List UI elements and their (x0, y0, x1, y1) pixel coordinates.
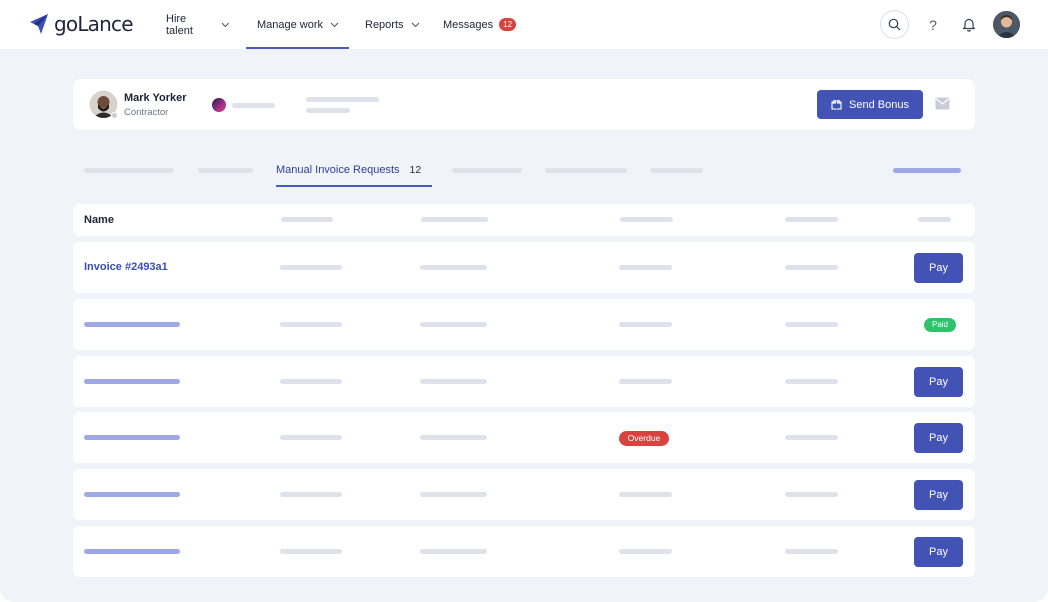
tab-placeholder[interactable] (452, 168, 522, 173)
cell-placeholder (619, 379, 672, 384)
placeholder-bar (306, 108, 350, 113)
name-placeholder (84, 322, 180, 327)
name-placeholder (84, 492, 180, 497)
nav-manage-work-label: Manage work (257, 18, 324, 31)
cell-placeholder (619, 265, 672, 270)
messages-count-badge: 12 (499, 18, 517, 31)
cell-placeholder (280, 549, 342, 554)
contractor-role: Contractor (124, 107, 169, 118)
name-placeholder (84, 435, 180, 440)
cell-placeholder (420, 265, 487, 270)
tab-count: 12 (409, 164, 422, 176)
column-header-name: Name (84, 214, 114, 226)
nav-reports[interactable]: Reports (359, 0, 427, 49)
tab-placeholder[interactable] (198, 168, 253, 173)
search-icon (888, 18, 901, 31)
cell-placeholder (280, 435, 342, 440)
cell-placeholder (420, 379, 487, 384)
table-header-row: Name (73, 204, 975, 236)
paid-status-badge: Paid (924, 318, 956, 332)
placeholder-bar (232, 103, 275, 108)
cell-placeholder (420, 322, 487, 327)
column-header-placeholder (421, 217, 488, 222)
send-bonus-label: Send Bonus (849, 98, 909, 111)
cell-placeholder (785, 492, 838, 497)
invoice-link[interactable]: Invoice #2493a1 (84, 261, 168, 273)
cell-placeholder (420, 549, 487, 554)
top-right-actions: ? (880, 10, 1020, 39)
table-row[interactable]: Pay (73, 526, 975, 577)
gift-icon (831, 99, 842, 110)
table-row[interactable]: Pay (73, 356, 975, 407)
name-placeholder (84, 379, 180, 384)
main-nav: Hire talent Manage work Reports Messages… (160, 0, 527, 49)
overdue-status-badge: Overdue (619, 431, 669, 446)
tab-placeholder[interactable] (650, 168, 703, 173)
bell-icon (962, 18, 976, 32)
cell-placeholder (420, 435, 487, 440)
tab-manual-invoice-requests[interactable]: Manual Invoice Requests 12 (276, 160, 432, 187)
pay-button[interactable]: Pay (914, 423, 963, 453)
table-row[interactable]: Pay (73, 469, 975, 520)
nav-hire-talent-label: Hire talent (166, 12, 193, 37)
tab-action-placeholder[interactable] (893, 168, 961, 173)
pay-button[interactable]: Pay (914, 537, 963, 567)
tab-placeholder[interactable] (84, 168, 174, 173)
column-header-placeholder (918, 217, 951, 222)
top-navigation-bar: goLance Hire talent Manage work Reports … (0, 0, 1048, 49)
column-header-placeholder (785, 217, 838, 222)
placeholder-bar (306, 97, 379, 102)
cell-placeholder (619, 492, 672, 497)
nav-reports-label: Reports (365, 18, 404, 31)
table-row[interactable]: Overdue Pay (73, 412, 975, 463)
contractor-profile-card: Mark Yorker Contractor Send Bonus (73, 79, 975, 130)
cell-placeholder (785, 265, 838, 270)
nav-hire-talent[interactable]: Hire talent (160, 0, 236, 49)
cell-placeholder (785, 322, 838, 327)
golance-logo[interactable]: goLance (28, 12, 134, 36)
app-frame: goLance Hire talent Manage work Reports … (0, 0, 1048, 602)
golance-logo-icon (30, 14, 48, 34)
tab-placeholder[interactable] (545, 168, 627, 173)
chevron-down-icon (221, 22, 230, 27)
cell-placeholder (619, 322, 672, 327)
help-button[interactable]: ? (925, 17, 941, 33)
contractor-name: Mark Yorker (124, 92, 187, 104)
tab-label: Manual Invoice Requests (276, 164, 400, 176)
table-row[interactable]: Paid (73, 299, 975, 350)
nav-messages-label: Messages (443, 18, 494, 31)
cell-placeholder (280, 379, 342, 384)
user-avatar-image (993, 11, 1020, 38)
offline-status-dot (111, 112, 118, 119)
nav-messages[interactable]: Messages 12 (437, 0, 517, 49)
cell-placeholder (785, 549, 838, 554)
table-row[interactable]: Invoice #2493a1 Pay (73, 242, 975, 293)
chevron-down-icon (411, 22, 419, 27)
question-mark-icon: ? (929, 16, 937, 33)
send-bonus-button[interactable]: Send Bonus (817, 90, 923, 119)
pay-button[interactable]: Pay (914, 253, 963, 283)
cell-placeholder (280, 265, 342, 270)
cell-placeholder (785, 379, 838, 384)
logo-text: goLance (54, 12, 134, 36)
cell-placeholder (785, 435, 838, 440)
pay-button[interactable]: Pay (914, 367, 963, 397)
column-header-placeholder (620, 217, 673, 222)
column-header-placeholder (281, 217, 333, 222)
user-avatar[interactable] (993, 11, 1020, 38)
mail-icon[interactable] (935, 97, 950, 110)
name-placeholder (84, 549, 180, 554)
search-button[interactable] (880, 10, 909, 39)
nav-manage-work[interactable]: Manage work (246, 0, 349, 49)
chevron-down-icon (330, 22, 339, 27)
cell-placeholder (420, 492, 487, 497)
cell-placeholder (619, 549, 672, 554)
pay-button[interactable]: Pay (914, 480, 963, 510)
cell-placeholder (280, 322, 342, 327)
cell-placeholder (280, 492, 342, 497)
country-flag-icon (212, 98, 226, 112)
notifications-button[interactable] (961, 17, 977, 33)
